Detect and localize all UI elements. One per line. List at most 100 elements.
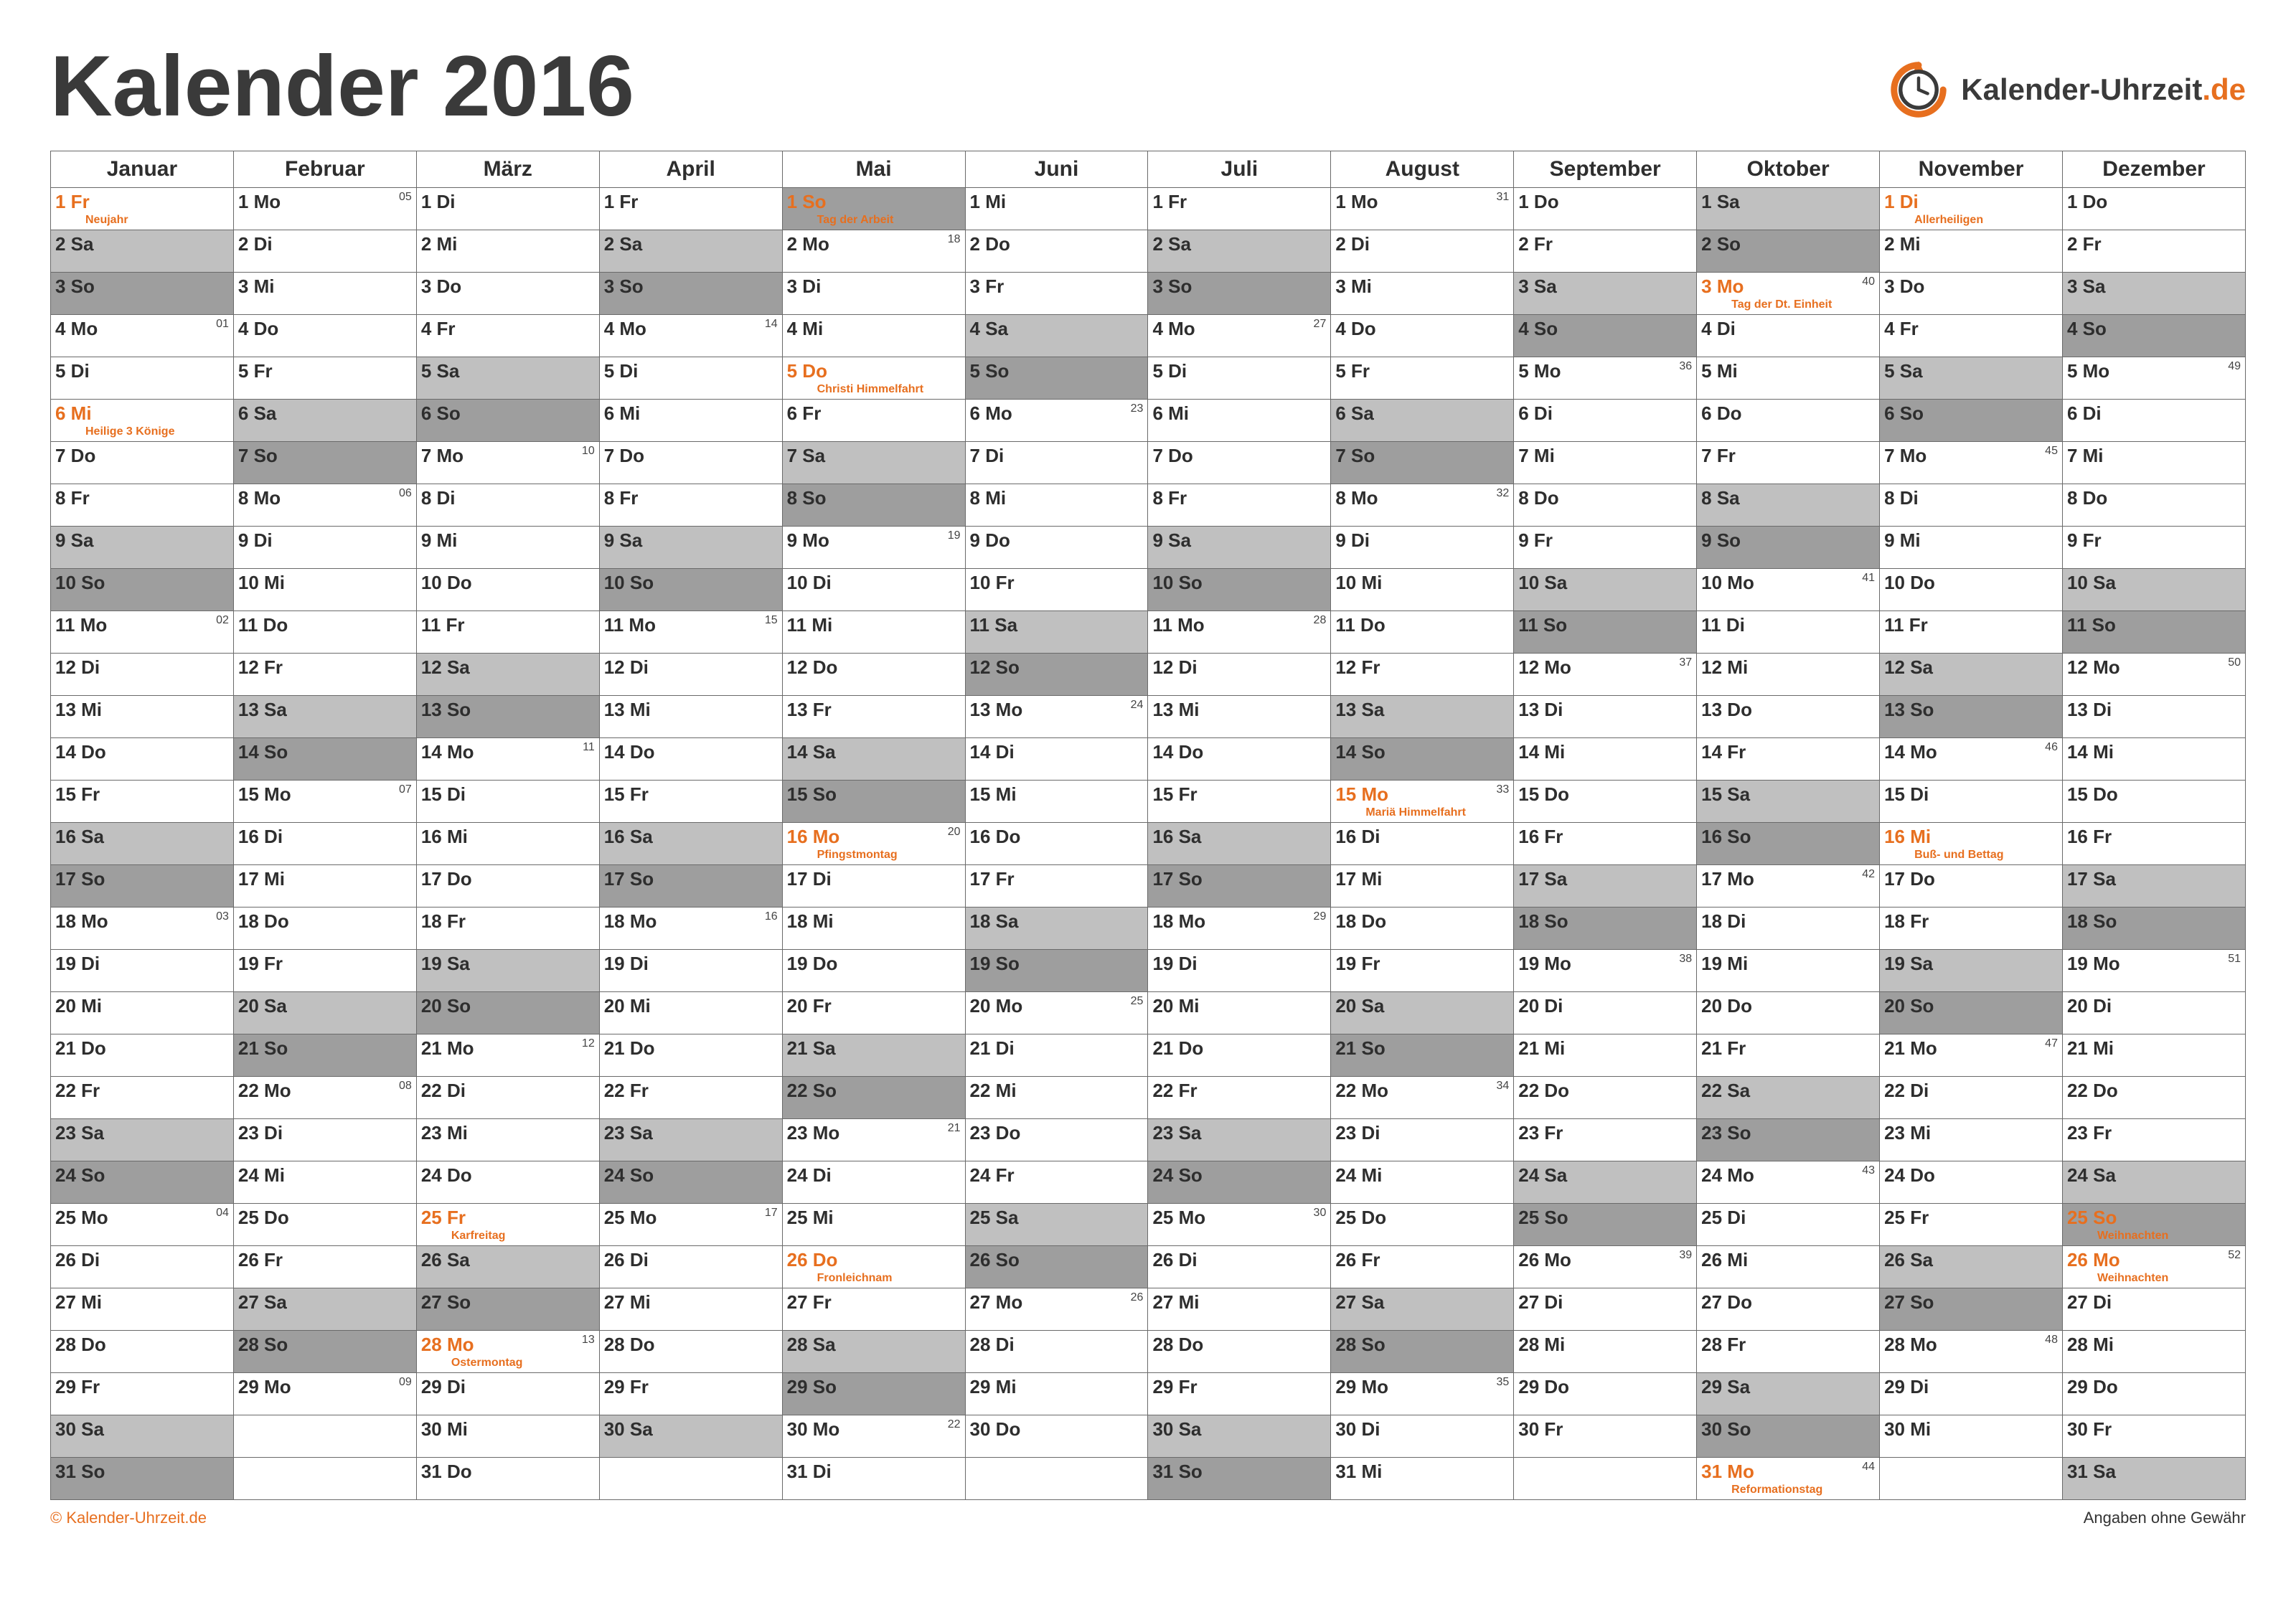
- day-label: 2 Fr: [2067, 233, 2102, 255]
- day-cell: 21 Do: [1148, 1034, 1331, 1077]
- day-cell: 16 Do: [965, 823, 1148, 865]
- holiday-label: Neujahr: [85, 214, 128, 227]
- day-label: 17 Fr: [970, 868, 1015, 890]
- day-cell: 2 Di: [1331, 230, 1514, 273]
- day-label: 10 Do: [1884, 572, 1935, 594]
- day-label: 30 Sa: [1152, 1418, 1201, 1441]
- day-label: 12 Di: [604, 656, 649, 679]
- day-cell: 26 Di: [51, 1246, 234, 1288]
- day-label: 9 Mi: [421, 529, 458, 552]
- day-label: 30 Fr: [2067, 1418, 2112, 1441]
- day-cell: 25 So: [1514, 1204, 1697, 1246]
- day-label: 8 Di: [421, 487, 456, 509]
- day-cell: 13 Mi: [1148, 696, 1331, 738]
- day-label: 27 Di: [1518, 1291, 1563, 1314]
- day-cell: 19 Di: [1148, 950, 1331, 992]
- week-number: 37: [1679, 656, 1692, 669]
- day-label: 11 So: [1518, 614, 1567, 636]
- day-label: 19 Mi: [1701, 953, 1748, 975]
- day-cell: 15 Mi: [965, 781, 1148, 823]
- day-label: 18 So: [1518, 910, 1568, 933]
- day-label: 31 Do: [421, 1461, 472, 1483]
- day-label: 13 Di: [1518, 699, 1563, 721]
- day-cell: 25 Mo04: [51, 1204, 234, 1246]
- day-cell: 11 Mo15: [599, 611, 782, 654]
- day-label: 7 Di: [970, 445, 1004, 467]
- day-label: 9 Di: [1335, 529, 1370, 552]
- day-cell: 23 Di: [233, 1119, 416, 1161]
- day-cell: 18 Fr: [416, 908, 599, 950]
- day-label: 2 Sa: [1152, 233, 1191, 255]
- day-cell: 14 Di: [965, 738, 1148, 781]
- day-cell: 5 Fr: [1331, 357, 1514, 400]
- day-cell: 13 Do: [1697, 696, 1880, 738]
- day-cell: 18 Mo29: [1148, 908, 1331, 950]
- day-label: 6 Sa: [1335, 402, 1374, 425]
- day-label: 9 Fr: [2067, 529, 2102, 552]
- day-cell: 20 Mo25: [965, 992, 1148, 1034]
- year-calendar-table: JanuarFebruarMärzAprilMaiJuniJuliAugustS…: [50, 151, 2246, 1500]
- day-label: 17 Do: [421, 868, 472, 890]
- day-label: 7 So: [1335, 445, 1375, 467]
- day-cell: 26 Fr: [233, 1246, 416, 1288]
- day-cell: 12 Mi: [1697, 654, 1880, 696]
- day-cell: [233, 1415, 416, 1458]
- day-label: 12 Do: [787, 656, 838, 679]
- day-cell: 18 Di: [1697, 908, 1880, 950]
- day-cell: 21 Do: [51, 1034, 234, 1077]
- day-cell: 31 Mi: [1331, 1458, 1514, 1500]
- day-label: 13 Do: [1701, 699, 1752, 721]
- day-cell: 21 Sa: [782, 1034, 965, 1077]
- day-cell: 10 Sa: [1514, 569, 1697, 611]
- day-cell: 29 Fr: [1148, 1373, 1331, 1415]
- day-label: 3 Fr: [970, 275, 1004, 298]
- day-cell: 28 Do: [51, 1331, 234, 1373]
- week-number: 48: [2045, 1334, 2058, 1347]
- day-cell: 5 Mo49: [2062, 357, 2245, 400]
- day-cell: 14 Mi: [1514, 738, 1697, 781]
- week-number: 21: [948, 1122, 961, 1135]
- holiday-label: Buß- und Bettag: [1914, 849, 2003, 862]
- day-label: 24 Mo: [1701, 1164, 1754, 1187]
- day-cell: 24 Mi: [233, 1161, 416, 1204]
- day-cell: 7 Mo45: [1880, 442, 2063, 484]
- day-cell: 12 Sa: [416, 654, 599, 696]
- day-cell: 29 Mo09: [233, 1373, 416, 1415]
- day-label: 25 Sa: [970, 1207, 1019, 1229]
- day-cell: 28 So: [1331, 1331, 1514, 1373]
- day-label: 21 Sa: [787, 1037, 836, 1060]
- day-label: 16 Mo: [787, 826, 840, 848]
- day-label: 28 Mo: [1884, 1334, 1937, 1356]
- day-cell: [599, 1458, 782, 1500]
- day-cell: 6 Mo23: [965, 400, 1148, 442]
- day-label: 12 Mo: [1518, 656, 1571, 679]
- day-cell: 24 So: [599, 1161, 782, 1204]
- day-cell: 13 Mo24: [965, 696, 1148, 738]
- day-label: 15 Sa: [1701, 783, 1750, 806]
- day-cell: 22 Fr: [599, 1077, 782, 1119]
- day-label: 17 Do: [1884, 868, 1935, 890]
- day-cell: 12 Fr: [233, 654, 416, 696]
- day-cell: 6 Mi: [1148, 400, 1331, 442]
- day-label: 26 So: [970, 1249, 1020, 1271]
- day-label: 4 Mo: [604, 318, 646, 340]
- day-label: 10 Sa: [1518, 572, 1567, 594]
- day-cell: 12 So: [965, 654, 1148, 696]
- day-label: 9 Mo: [787, 529, 829, 552]
- day-cell: 10 Di: [782, 569, 965, 611]
- day-cell: 19 Sa: [1880, 950, 2063, 992]
- day-cell: 1 Fr: [599, 188, 782, 230]
- week-number: 02: [216, 614, 229, 627]
- day-cell: 10 So: [1148, 569, 1331, 611]
- day-label: 5 Mo: [1518, 360, 1561, 382]
- day-label: 12 So: [970, 656, 1020, 679]
- page-header: Kalender 2016 Kalender-Uhrzeit.de: [50, 43, 2246, 129]
- day-cell: 5 DoChristi Himmelfahrt: [782, 357, 965, 400]
- day-label: 16 Do: [970, 826, 1021, 848]
- day-label: 18 Fr: [1884, 910, 1929, 933]
- day-cell: 13 Sa: [1331, 696, 1514, 738]
- day-label: 26 Mo: [2067, 1249, 2120, 1271]
- day-cell: 18 So: [2062, 908, 2245, 950]
- day-cell: 12 Di: [1148, 654, 1331, 696]
- day-cell: 22 Fr: [1148, 1077, 1331, 1119]
